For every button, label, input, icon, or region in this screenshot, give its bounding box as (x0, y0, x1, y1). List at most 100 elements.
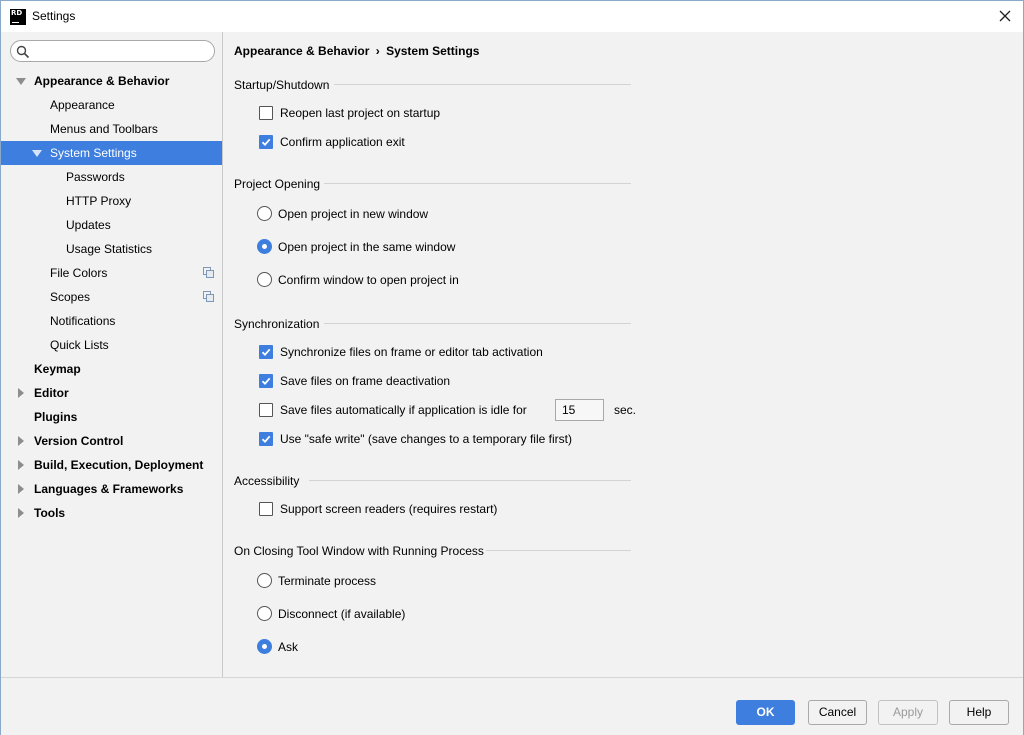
sidebar-item-languages-frameworks[interactable]: Languages & Frameworks (1, 477, 222, 501)
sidebar-item-label: Appearance & Behavior (34, 74, 170, 88)
settings-sidebar: Appearance & Behavior Appearance Menus and… (1, 32, 223, 677)
checkbox-label: Reopen last project on startup (280, 106, 441, 120)
radio-circle[interactable] (257, 272, 272, 287)
sidebar-item-appearance[interactable]: Appearance (1, 93, 222, 117)
sidebar-item-label: Version Control (34, 434, 124, 448)
sidebar-item-label: Updates (66, 218, 111, 232)
sidebar-item-label: Plugins (34, 410, 78, 424)
idle-seconds-input[interactable]: 15 (555, 399, 604, 421)
expand-arrow-down-icon[interactable] (32, 141, 42, 165)
sidebar-item-label: Notifications (50, 314, 116, 328)
sidebar-item-keymap[interactable]: Keymap (1, 357, 222, 381)
sidebar-item-editor[interactable]: Editor (1, 381, 222, 405)
radio-circle[interactable] (257, 639, 272, 654)
sidebar-item-menus-and-toolbars[interactable]: Menus and Toolbars (1, 117, 222, 141)
apply-button[interactable]: Apply (878, 700, 938, 725)
section-accessibility-title: Accessibility (234, 474, 300, 488)
checkbox-label: Use "safe write" (save changes to a temp… (280, 432, 572, 446)
sidebar-item-notifications[interactable]: Notifications (1, 309, 222, 333)
idle-seconds-unit: sec. (614, 403, 637, 417)
checkbox-label: Confirm application exit (280, 135, 405, 149)
sidebar-item-label: Appearance (50, 98, 115, 112)
expand-arrow-right-icon[interactable] (16, 477, 26, 501)
radio-circle[interactable] (257, 206, 272, 221)
sidebar-item-label: Menus and Toolbars (50, 122, 158, 136)
sidebar-item-label: Quick Lists (50, 338, 109, 352)
sidebar-item-updates[interactable]: Updates (1, 213, 222, 237)
sidebar-item-label: Editor (34, 386, 69, 400)
sidebar-item-quick-lists[interactable]: Quick Lists (1, 333, 222, 357)
sidebar-item-plugins[interactable]: Plugins (1, 405, 222, 429)
search-icon (16, 45, 30, 59)
ok-button[interactable]: OK (736, 700, 795, 725)
sidebar-item-build-execution-deployment[interactable]: Build, Execution, Deployment (1, 453, 222, 477)
sidebar-item-label: Passwords (66, 170, 125, 184)
sidebar-item-version-control[interactable]: Version Control (1, 429, 222, 453)
breadcrumb-current: System Settings (386, 44, 480, 58)
sidebar-item-usage-statistics[interactable]: Usage Statistics (1, 237, 222, 261)
radio-circle[interactable] (257, 239, 272, 254)
checkbox-label: Save files automatically if application … (280, 403, 527, 417)
project-level-copy-icon (203, 267, 214, 278)
section-divider (486, 550, 631, 551)
expand-arrow-right-icon[interactable] (16, 381, 26, 405)
expand-arrow-right-icon[interactable] (16, 453, 26, 477)
sidebar-item-label: File Colors (50, 266, 108, 280)
sidebar-item-scopes[interactable]: Scopes (1, 285, 222, 309)
sidebar-item-http-proxy[interactable]: HTTP Proxy (1, 189, 222, 213)
radio-label: Open project in the same window (278, 240, 456, 254)
sidebar-item-label: System Settings (50, 146, 137, 160)
sidebar-item-file-colors[interactable]: File Colors (1, 261, 222, 285)
sidebar-item-label: HTTP Proxy (66, 194, 132, 208)
breadcrumb: Appearance & Behavior › System Settings (234, 44, 479, 58)
sidebar-item-label: Scopes (50, 290, 91, 304)
help-button[interactable]: Help (949, 700, 1009, 725)
settings-tree: Appearance & Behavior Appearance Menus and… (1, 69, 222, 525)
sidebar-item-label: Languages & Frameworks (34, 482, 184, 496)
section-closing-title: On Closing Tool Window with Running Proc… (234, 544, 484, 558)
sidebar-item-label: Tools (34, 506, 66, 520)
radio-circle[interactable] (257, 606, 272, 621)
breadcrumb-parent[interactable]: Appearance & Behavior (234, 44, 369, 58)
window-title: Settings (32, 9, 76, 23)
checkbox-box[interactable] (259, 106, 273, 120)
expand-arrow-down-icon[interactable] (16, 69, 26, 93)
sidebar-item-passwords[interactable]: Passwords (1, 165, 222, 189)
radio-label: Ask (278, 640, 299, 654)
close-icon[interactable] (995, 6, 1015, 26)
checkbox-box[interactable] (259, 432, 273, 446)
checkbox-box[interactable] (259, 502, 273, 516)
sidebar-item-tools[interactable]: Tools (1, 501, 222, 525)
sidebar-item-label: Usage Statistics (66, 242, 153, 256)
radio-label: Terminate process (278, 574, 377, 588)
dialog-footer: OK Cancel Apply Help (1, 677, 1023, 735)
checkbox-label: Save files on frame deactivation (280, 374, 451, 388)
settings-content: Appearance & Behavior › System Settings … (224, 32, 1023, 677)
expand-arrow-right-icon[interactable] (16, 501, 26, 525)
section-startup-title: Startup/Shutdown (234, 78, 330, 92)
cancel-button[interactable]: Cancel (808, 700, 867, 725)
project-level-copy-icon (203, 291, 214, 302)
sidebar-item-system-settings[interactable]: System Settings (1, 141, 222, 165)
radio-label: Confirm window to open project in (278, 273, 459, 287)
checkbox-box[interactable] (259, 135, 273, 149)
title-bar: RD Settings (1, 1, 1023, 32)
breadcrumb-separator: › (375, 44, 380, 58)
section-divider (334, 84, 631, 85)
sidebar-item-label: Keymap (34, 362, 81, 376)
section-divider (324, 183, 631, 184)
sidebar-item-appearance-behavior[interactable]: Appearance & Behavior (1, 69, 222, 93)
checkbox-box[interactable] (259, 403, 273, 417)
search-field[interactable] (10, 40, 215, 62)
checkbox-box[interactable] (259, 345, 273, 359)
settings-window: RD Settings Appearance & Behavior Appeara… (0, 0, 1024, 735)
expand-arrow-right-icon[interactable] (16, 429, 26, 453)
radio-circle[interactable] (257, 573, 272, 588)
section-project-opening-title: Project Opening (234, 177, 321, 191)
checkbox-box[interactable] (259, 374, 273, 388)
section-sync-title: Synchronization (234, 317, 320, 331)
rider-app-icon: RD (10, 9, 26, 25)
checkbox-label: Support screen readers (requires restart… (280, 502, 498, 516)
radio-label: Disconnect (if available) (278, 607, 406, 621)
section-divider (309, 480, 631, 481)
